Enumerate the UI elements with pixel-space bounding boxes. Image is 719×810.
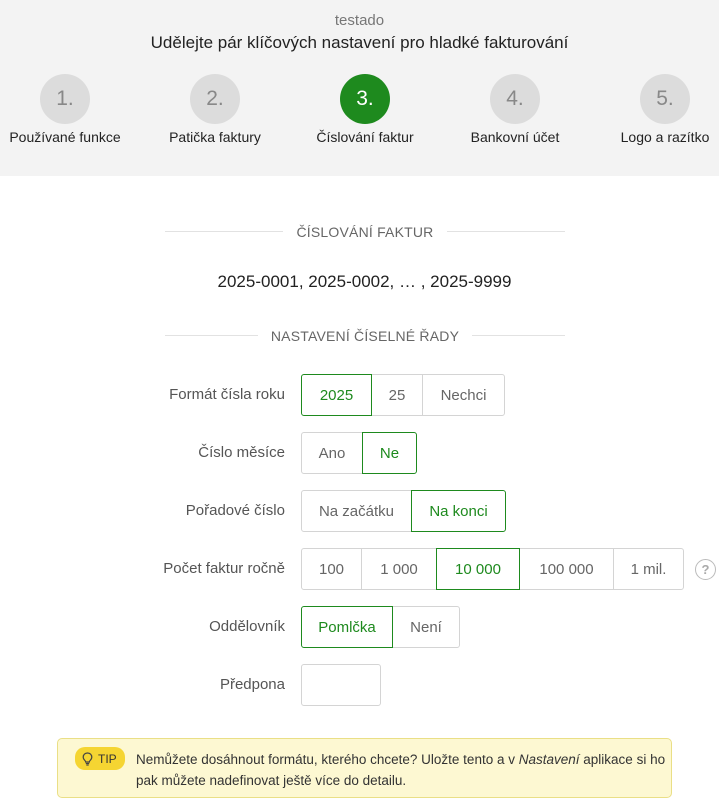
year-format-option-none[interactable]: Nechci [422, 374, 505, 416]
company-name: testado [334, 12, 385, 29]
count-option-100[interactable]: 100 [301, 548, 362, 590]
step-4-circle[interactable]: 4. [490, 74, 540, 124]
separator-option-dash[interactable]: Pomlčka [301, 606, 393, 648]
separator-selector: Pomlčka Není [301, 606, 460, 648]
tip-text: Nemůžete dosáhnout formátu, kterého chce… [136, 752, 666, 788]
count-option-10000[interactable]: 10 000 [436, 548, 520, 590]
prefix-input[interactable] [301, 664, 381, 706]
count-selector: 100 1 000 10 000 100 000 1 mil. [301, 548, 684, 590]
count-label: Počet faktur ročně [163, 560, 285, 577]
year-format-option-25[interactable]: 25 [371, 374, 423, 416]
page-title: Udělejte pár klíčových nastavení pro hla… [150, 33, 569, 52]
count-option-1000[interactable]: 1 000 [361, 548, 437, 590]
count-option-100000[interactable]: 100 000 [519, 548, 614, 590]
tip-badge: TIP [75, 747, 125, 770]
year-format-label: Formát čísla roku [169, 386, 285, 403]
order-option-end[interactable]: Na konci [411, 490, 506, 532]
step-5-label[interactable]: Logo a razítko [590, 129, 719, 145]
lightbulb-icon [82, 751, 93, 766]
series-section-title: NASTAVENÍ ČÍSELNÉ ŘADY [270, 328, 460, 344]
step-2-circle[interactable]: 2. [190, 74, 240, 124]
help-icon[interactable]: ? [695, 559, 716, 580]
tip-box: TIP Nemůžete dosáhnout formátu, kterého … [57, 738, 672, 798]
step-1-circle[interactable]: 1. [40, 74, 90, 124]
order-option-start[interactable]: Na začátku [301, 490, 412, 532]
separator-label: Oddělovník [209, 618, 285, 635]
numbering-example: 2025-0001, 2025-0002, … , 2025-9999 [217, 272, 512, 291]
month-option-yes[interactable]: Ano [301, 432, 363, 474]
year-format-option-2025[interactable]: 2025 [301, 374, 372, 416]
month-label: Číslo měsíce [198, 444, 285, 461]
separator-option-none[interactable]: Není [392, 606, 460, 648]
numbering-section-title: ČÍSLOVÁNÍ FAKTUR [296, 224, 434, 240]
step-3-circle[interactable]: 3. [340, 74, 390, 124]
year-format-selector: 2025 25 Nechci [301, 374, 505, 416]
month-selector: Ano Ne [301, 432, 417, 474]
tip-badge-label: TIP [98, 751, 117, 766]
step-4-label[interactable]: Bankovní účet [440, 129, 590, 145]
order-label: Pořadové číslo [185, 502, 285, 519]
order-selector: Na začátku Na konci [301, 490, 506, 532]
month-option-no[interactable]: Ne [362, 432, 417, 474]
step-1-label[interactable]: Používané funkce [0, 129, 140, 145]
prefix-label: Předpona [219, 676, 285, 693]
wizard-header: testado Udělejte pár klíčových nastavení… [0, 0, 719, 176]
step-2-label[interactable]: Patička faktury [140, 129, 290, 145]
step-5-circle[interactable]: 5. [640, 74, 690, 124]
step-3-label[interactable]: Číslování faktur [290, 129, 440, 145]
count-option-1mil[interactable]: 1 mil. [613, 548, 684, 590]
